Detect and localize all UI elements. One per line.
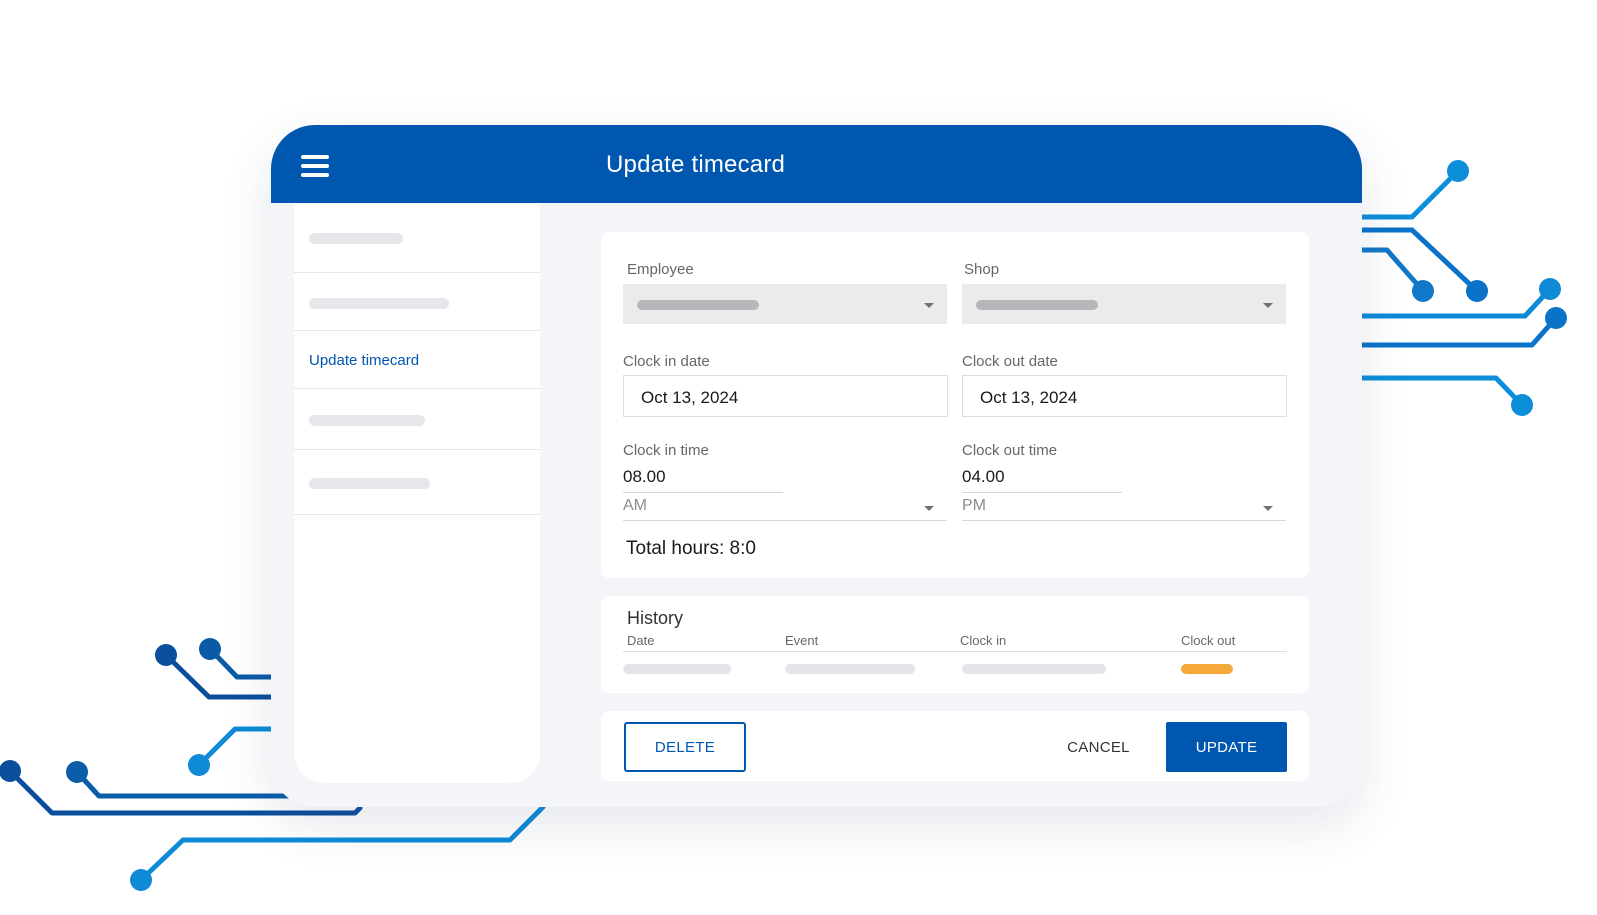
value-placeholder	[637, 300, 759, 310]
text-placeholder	[309, 478, 430, 489]
value-placeholder	[976, 300, 1098, 310]
page-title: Update timecard	[606, 151, 786, 178]
text-placeholder	[309, 233, 403, 244]
history-cell-placeholder	[785, 664, 915, 674]
delete-button[interactable]: DELETE	[624, 722, 746, 772]
hamburger-menu-icon[interactable]	[301, 155, 329, 177]
chevron-down-icon	[924, 303, 934, 308]
sidebar-item-update-timecard[interactable]: Update timecard	[294, 331, 540, 389]
sidebar-item[interactable]	[294, 389, 540, 450]
app-window: Update timecard Update timecard Employee…	[271, 125, 1362, 807]
history-column-clock-out: Clock out	[1181, 633, 1236, 648]
clock-in-date-label: Clock in date	[623, 353, 710, 370]
employee-select[interactable]	[623, 284, 947, 324]
clock-in-period-value: AM	[623, 497, 647, 514]
history-title: History	[627, 608, 684, 628]
chevron-down-icon	[1263, 303, 1273, 308]
timecard-form: Employee Shop Clock in date Oct 13, 2024…	[601, 232, 1309, 578]
update-button[interactable]: UPDATE	[1166, 722, 1287, 772]
sidebar-item[interactable]	[294, 203, 540, 273]
clock-out-time-label: Clock out time	[962, 442, 1058, 459]
divider	[623, 651, 1287, 652]
text-placeholder	[309, 415, 425, 426]
clock-out-date-label: Clock out date	[962, 353, 1058, 370]
text-placeholder	[309, 298, 449, 309]
clock-in-time-field[interactable]: 08.00	[623, 467, 783, 493]
cancel-button[interactable]: CANCEL	[1061, 722, 1136, 772]
clock-in-date-field[interactable]: Oct 13, 2024	[623, 375, 948, 417]
sidebar: Update timecard	[294, 203, 540, 783]
clock-in-time-label: Clock in time	[623, 442, 709, 459]
sidebar-item[interactable]	[294, 273, 540, 331]
history-cell-placeholder	[623, 664, 731, 674]
sidebar-item[interactable]	[294, 450, 540, 515]
history-column-clock-in: Clock in	[960, 633, 1007, 648]
clock-out-period-value: PM	[962, 497, 986, 514]
clock-out-time-field[interactable]: 04.00	[962, 467, 1122, 493]
employee-label: Employee	[627, 261, 694, 278]
history-column-event: Event	[785, 633, 819, 648]
shop-label: Shop	[964, 261, 1000, 278]
app-header: Update timecard	[271, 125, 1362, 203]
chevron-down-icon	[1263, 506, 1273, 511]
clock-out-period-select[interactable]: PM	[962, 497, 1286, 521]
status-badge-placeholder	[1181, 664, 1233, 674]
total-hours: Total hours: 8:0	[626, 538, 756, 559]
sidebar-item-label: Update timecard	[309, 352, 420, 369]
history-column-date: Date	[627, 633, 655, 648]
history-cell-placeholder	[962, 664, 1106, 674]
action-bar: DELETE CANCEL UPDATE	[601, 711, 1309, 781]
history-panel: History Date Event Clock in Clock out	[601, 596, 1309, 693]
shop-select[interactable]	[962, 284, 1286, 324]
clock-out-date-field[interactable]: Oct 13, 2024	[962, 375, 1287, 417]
chevron-down-icon	[924, 506, 934, 511]
clock-in-period-select[interactable]: AM	[623, 497, 947, 521]
